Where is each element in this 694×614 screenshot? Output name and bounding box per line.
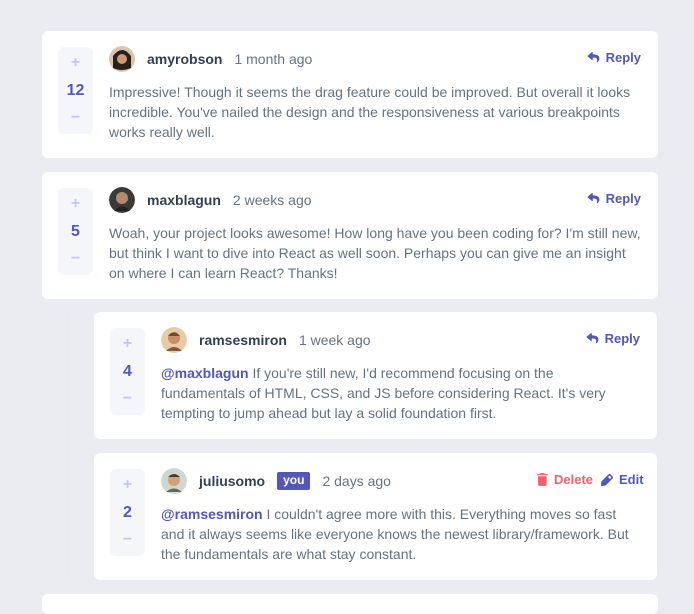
vote-control: + 5 − [58,188,93,275]
comment-text: @maxblagun If you're still new, I'd reco… [161,363,631,423]
vote-control: + 4 − [110,328,145,415]
downvote-button[interactable]: − [123,391,132,407]
username[interactable]: juliusomo [199,473,265,489]
downvote-button[interactable]: − [71,251,80,267]
comment-text: @ramsesmiron I couldn't agree more with … [161,504,631,564]
vote-control: + 12 − [58,47,93,134]
comment-card-partial [42,594,658,614]
timestamp: 2 days ago [322,473,391,489]
timestamp: 1 week ago [298,332,371,348]
reply-icon [587,52,600,63]
mention-link[interactable]: @ramsesmiron [161,506,263,522]
avatar[interactable] [161,468,187,494]
delete-icon [537,473,548,486]
comment-header: ramsesmiron 1 week ago [161,326,371,354]
downvote-button[interactable]: − [71,110,80,126]
reply-label: Reply [605,50,641,65]
you-badge: you [277,472,311,490]
score-value: 12 [66,81,85,99]
mention-link[interactable]: @maxblagun [161,365,249,381]
reply-icon [586,333,599,344]
avatar[interactable] [109,46,135,72]
timestamp: 1 month ago [234,51,313,67]
vote-control: + 2 − [110,469,145,556]
reply-button[interactable]: Reply [586,331,640,346]
reply-label: Reply [604,331,640,346]
delete-button[interactable]: Delete [537,472,593,487]
comment-text: Woah, your project looks awesome! How lo… [109,225,641,281]
reply-card: + 4 − ramsesmiron 1 week ago Reply @maxb… [94,312,657,439]
reply-button[interactable]: Reply [587,50,641,65]
delete-label: Delete [554,472,594,487]
comment-header: juliusomo you 2 days ago [161,467,391,495]
reply-button[interactable]: Reply [587,191,641,206]
avatar[interactable] [109,187,135,213]
upvote-button[interactable]: + [123,477,132,493]
comment-card: + 5 − maxblagun 2 weeks ago Reply Woah, … [42,172,658,299]
reply-thread-line [67,311,69,580]
edit-label: Edit [619,472,644,487]
comment-header: amyrobson 1 month ago [109,45,312,73]
score-value: 2 [123,503,132,521]
upvote-button[interactable]: + [123,336,132,352]
upvote-button[interactable]: + [71,196,80,212]
upvote-button[interactable]: + [71,55,80,71]
downvote-button[interactable]: − [123,532,132,548]
score-value: 4 [123,362,132,380]
edit-button[interactable]: Edit [601,472,644,487]
username[interactable]: maxblagun [147,192,221,208]
edit-icon [601,473,613,486]
username[interactable]: ramsesmiron [199,332,287,348]
score-value: 5 [71,222,80,240]
reply-card: + 2 − juliusomo you 2 days ago Delete Ed… [94,453,657,580]
avatar[interactable] [161,327,187,353]
comment-text: Impressive! Though it seems the drag fea… [109,84,631,140]
username[interactable]: amyrobson [147,51,222,67]
reply-icon [587,193,600,204]
reply-label: Reply [605,191,641,206]
comment-header: maxblagun 2 weeks ago [109,186,312,214]
comment-card: + 12 − amyrobson 1 month ago Reply Impre… [42,31,658,158]
timestamp: 2 weeks ago [232,192,312,208]
